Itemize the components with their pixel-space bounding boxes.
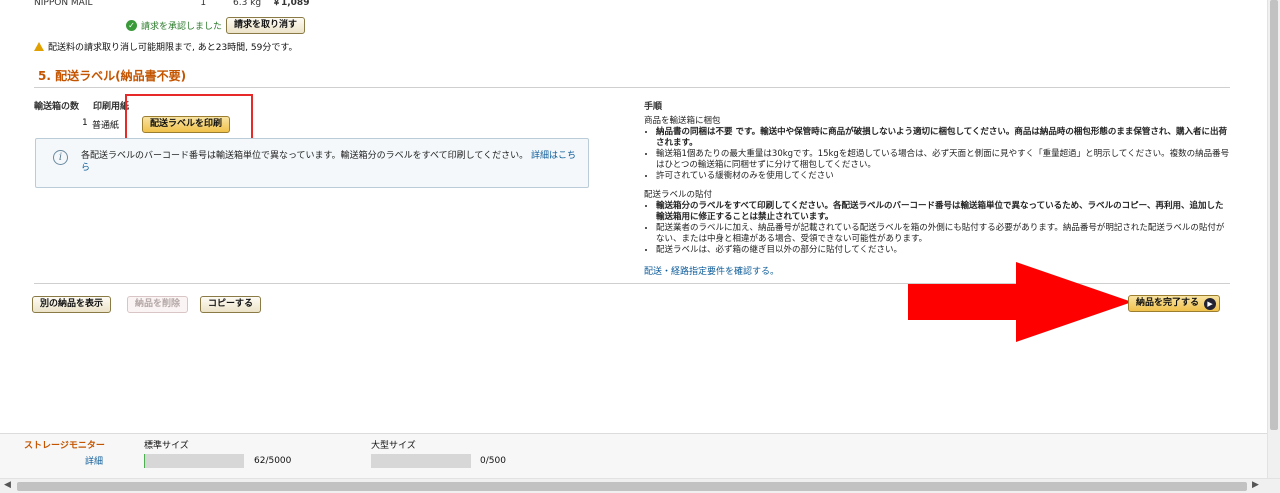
list-item: 納品書の同梱は不要 です。輸送中や保管時に商品が破損しないよう適切に梱包してくだ… (656, 127, 1232, 149)
shipment-row: NIPPON MAIL 1 6.3 kg ￥1,089 (34, 0, 309, 8)
packing-heading: 商品を輸送箱に梱包 (644, 116, 721, 126)
storage-title: ストレージモニター (24, 441, 105, 451)
info-text: 各配送ラベルのバーコード番号は輸送箱単位で異なっています。輸送箱分のラベルをすべ… (81, 150, 581, 174)
oversize-value: 0/500 (480, 456, 506, 466)
standard-size-label: 標準サイズ (144, 441, 189, 451)
storage-detail-link[interactable]: 詳細 (85, 454, 103, 467)
complete-label: 納品を完了する (1136, 298, 1200, 308)
standard-size-value: 62/5000 (254, 456, 292, 466)
horizontal-scrollbar[interactable]: ◀ ▶ (0, 478, 1280, 493)
col-header-boxes: 輸送箱の数 (34, 102, 80, 112)
procedure-heading: 手順 (644, 102, 663, 112)
copy-button[interactable]: コピーする (200, 296, 262, 313)
paper-type: 普通紙 (92, 121, 120, 131)
label-section: 配送ラベルの貼付 輸送箱分のラベルをすべて印刷してください。各配送ラベルのバーコ… (644, 190, 1232, 256)
storage-monitor: ストレージモニター 詳細 標準サイズ 62/5000 大型サイズ 0/500 (0, 434, 1267, 478)
deadline-notice: 配送料の請求取り消し可能期限まで, あと23時間, 59分です。 (34, 40, 297, 53)
shipment-count: 1 (200, 0, 207, 8)
deadline-text: 配送料の請求取り消し可能期限まで, あと23時間, 59分です。 (48, 43, 298, 53)
label-heading: 配送ラベルの貼付 (644, 190, 713, 200)
shipment-cost: ￥1,089 (271, 0, 310, 8)
carrier-name: NIPPON MAIL (34, 0, 93, 8)
list-item: 輸送箱分のラベルをすべて印刷してください。各配送ラベルのバーコード番号は輸送箱単… (656, 201, 1232, 223)
standard-size-bar (144, 454, 244, 468)
scroll-left-icon[interactable]: ◀ (4, 480, 11, 490)
vertical-scrollbar[interactable] (1267, 0, 1280, 478)
warning-icon (34, 42, 44, 51)
check-circle-icon: ✓ (126, 20, 137, 31)
play-arrow-icon: ▶ (1204, 298, 1217, 310)
red-arrow-annotation (908, 262, 1132, 342)
info-message: 各配送ラベルのバーコード番号は輸送箱単位で異なっています。輸送箱分のラベルをすべ… (81, 151, 529, 161)
packing-list: 納品書の同梱は不要 です。輸送中や保管時に商品が破損しないよう適切に梱包してくだ… (644, 127, 1232, 182)
info-icon: i (53, 150, 68, 165)
oversize-bar (371, 454, 471, 468)
request-status: ✓ 請求を承認しました 請求を取り消す (126, 17, 306, 34)
standard-size-fill (144, 454, 145, 468)
list-item: 輸送箱1個あたりの最大重量は30kgです。15kgを超過している場合は、必ず天面… (656, 149, 1232, 171)
label-list: 輸送箱分のラベルをすべて印刷してください。各配送ラベルのバーコード番号は輸送箱単… (644, 201, 1232, 256)
delete-shipment-button[interactable]: 納品を削除 (127, 296, 189, 313)
oversize-label: 大型サイズ (371, 441, 416, 451)
view-other-shipment-button[interactable]: 別の納品を表示 (32, 296, 112, 313)
box-count: 1 (82, 118, 88, 128)
cancel-request-button[interactable]: 請求を取り消す (226, 17, 306, 34)
approved-text: 請求を承認しました (141, 22, 223, 32)
list-item: 許可されている緩衝材のみを使用してください (656, 171, 1232, 182)
col-header-paper: 印刷用紙 (93, 102, 130, 112)
list-item: 配送業者のラベルに加え、納品番号が記載されている配送ラベルを箱の外側にも貼付する… (656, 223, 1232, 245)
section-divider (34, 87, 1230, 88)
list-item: 配送ラベルは、必ず箱の継ぎ目以外の部分に貼付してください。 (656, 245, 1232, 256)
shipment-weight: 6.3 kg (233, 0, 262, 8)
scroll-right-icon[interactable]: ▶ (1252, 480, 1259, 490)
requirements-link[interactable]: 配送・経路指定要件を確認する。 (644, 264, 779, 277)
complete-shipment-button[interactable]: 納品を完了する ▶ (1128, 295, 1221, 312)
packing-section: 商品を輸送箱に梱包 納品書の同梱は不要 です。輸送中や保管時に商品が破損しないよ… (644, 116, 1232, 182)
vertical-scroll-thumb[interactable] (1270, 0, 1278, 430)
info-box: i 各配送ラベルのバーコード番号は輸送箱単位で異なっています。輸送箱分のラベルを… (35, 138, 589, 188)
section-title: 5. 配送ラベル(納品書不要) (38, 69, 187, 83)
horizontal-scroll-thumb[interactable] (17, 482, 1247, 491)
